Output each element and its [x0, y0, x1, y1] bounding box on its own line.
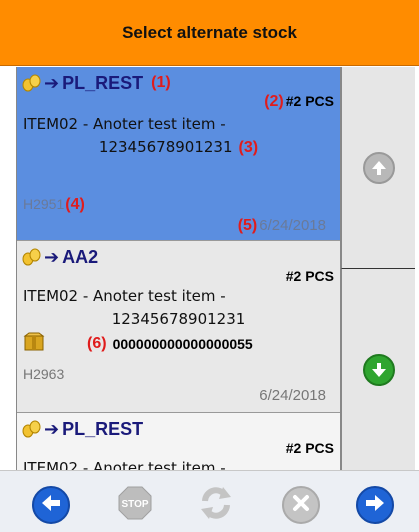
location-name: PL_REST — [62, 418, 144, 439]
arrow-icon: ➔ — [44, 246, 60, 267]
stop-button[interactable]: STOP — [116, 486, 154, 524]
item-number: 12345678901231 — [98, 138, 233, 156]
arrow-icon: ➔ — [44, 418, 60, 439]
stop-icon: STOP — [117, 485, 153, 526]
location-name: PL_REST — [62, 72, 144, 93]
location-name: AA2 — [62, 246, 99, 267]
refresh-button[interactable] — [197, 486, 235, 524]
scroll-up-button[interactable] — [341, 67, 415, 269]
marker-5: (5) — [237, 217, 258, 234]
next-button[interactable] — [356, 486, 394, 524]
scroll-down-button[interactable] — [341, 269, 415, 470]
coins-icon — [21, 248, 41, 266]
item-number: 12345678901231 — [111, 310, 246, 328]
serial-number: 000000000000000055 — [112, 335, 253, 352]
list-item[interactable]: ➔ PL_REST (1) (2) #2 PCS ITEM02 - Anoter… — [17, 67, 340, 241]
stock-list[interactable]: ➔ PL_REST (1) (2) #2 PCS ITEM02 - Anoter… — [16, 67, 341, 470]
location-line: ➔ PL_REST (1) — [21, 72, 171, 94]
location-line: ➔ PL_REST — [21, 418, 143, 440]
item-description: ITEM02 - Anoter test item - — [23, 459, 226, 470]
arrow-icon: ➔ — [44, 72, 60, 93]
quantity: #2 PCS — [285, 268, 334, 284]
cancel-button[interactable] — [282, 486, 320, 524]
coins-icon — [21, 420, 41, 438]
svg-text:STOP: STOP — [121, 499, 148, 510]
marker-1: (1) — [151, 74, 171, 91]
location-line: ➔ AA2 — [21, 246, 98, 268]
marker-6: (6) — [87, 334, 107, 352]
left-arrow-icon — [39, 491, 63, 520]
item-code: H2951 — [23, 196, 65, 212]
item-code: H2963 — [23, 366, 65, 382]
right-arrow-icon — [363, 491, 387, 520]
marker-4: (4) — [65, 196, 85, 213]
item-date: 6/24/2018 — [259, 387, 326, 404]
quantity: #2 PCS — [285, 440, 334, 456]
list-item[interactable]: ➔ PL_REST #2 PCS ITEM02 - Anoter test it… — [17, 413, 340, 470]
up-arrow-icon — [362, 151, 395, 184]
back-button[interactable] — [32, 486, 70, 524]
date-line: (5) 6/24/2018 — [238, 217, 326, 235]
code-line: H2951 (4) — [23, 196, 85, 214]
list-item[interactable]: ➔ AA2 #2 PCS ITEM02 - Anoter test item -… — [17, 241, 340, 413]
toolbar: STOP — [0, 470, 419, 532]
qty-line: (2) #2 PCS — [264, 93, 334, 111]
quantity: #2 PCS — [285, 93, 334, 109]
marker-3: (3) — [238, 139, 259, 156]
item-description: ITEM02 - Anoter test item - — [23, 287, 226, 305]
page-title: Select alternate stock — [0, 0, 419, 66]
screen: Select alternate stock ➔ PL_REST (1) (2)… — [0, 0, 419, 532]
cancel-icon — [291, 493, 311, 518]
item-number-line: 12345678901231 (3) — [17, 138, 340, 157]
page-title-text: Select alternate stock — [122, 22, 297, 42]
marker-2: (2) — [264, 93, 284, 110]
serial-line: (6) 000000000000000055 — [23, 332, 253, 355]
refresh-icon — [197, 484, 235, 527]
coins-icon — [21, 74, 41, 92]
package-icon — [23, 332, 45, 355]
down-arrow-icon — [362, 353, 395, 386]
item-description: ITEM02 - Anoter test item - — [23, 115, 226, 133]
item-date: 6/24/2018 — [259, 217, 326, 234]
